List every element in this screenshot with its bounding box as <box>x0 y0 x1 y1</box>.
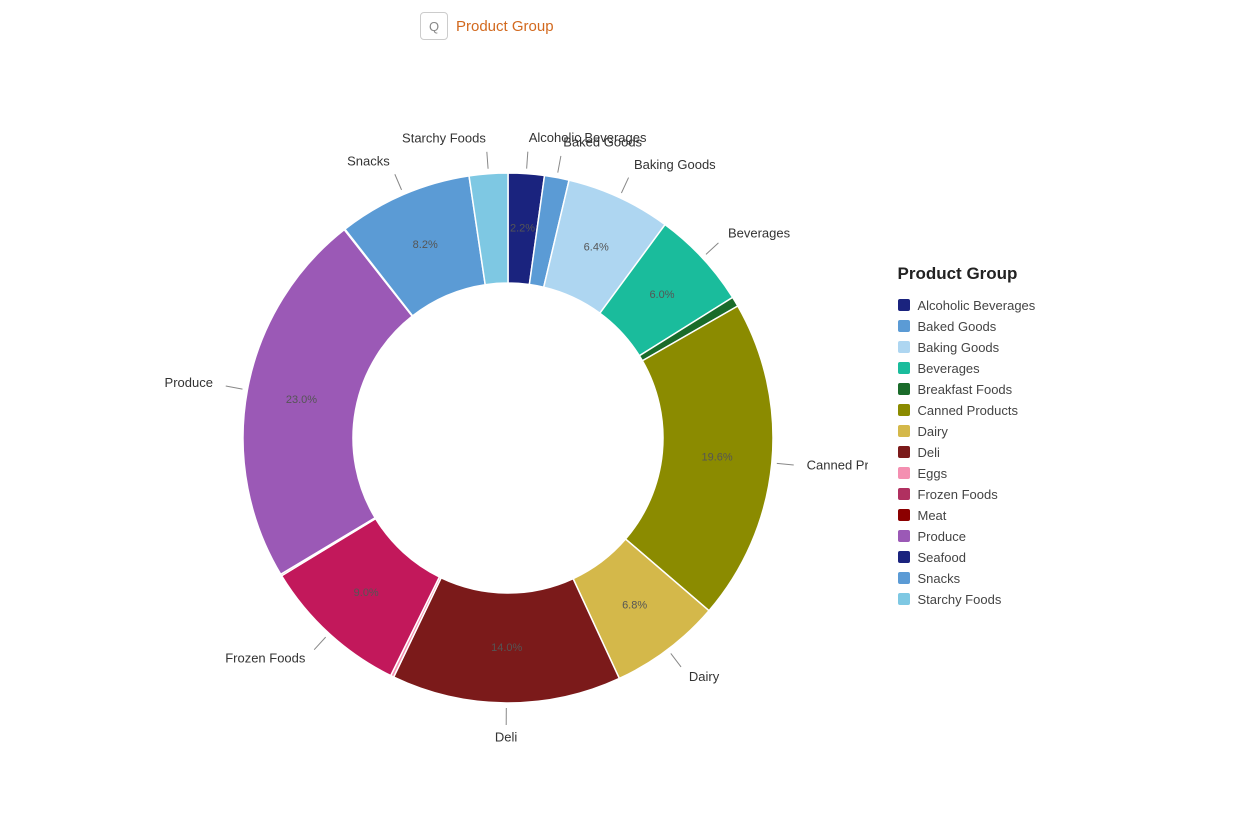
legend-item: Eggs <box>898 466 1108 481</box>
segment-name-label: Beverages <box>727 225 790 240</box>
legend-color-swatch <box>898 572 910 584</box>
legend-item-label: Dairy <box>918 424 948 439</box>
segment-percent-label: 6.8% <box>622 599 647 611</box>
legend-color-swatch <box>898 551 910 563</box>
segment-name-label: Dairy <box>688 669 719 684</box>
segment-label-line <box>526 152 527 169</box>
donut-chart: .seg-label { font-size: 13px; fill: #333… <box>148 78 868 798</box>
segment-name-label: Produce <box>164 375 212 390</box>
legend-color-swatch <box>898 446 910 458</box>
legend-item-label: Meat <box>918 508 947 523</box>
legend-item: Meat <box>898 508 1108 523</box>
legend-item: Baked Goods <box>898 319 1108 334</box>
legend-item: Breakfast Foods <box>898 382 1108 397</box>
segment-percent-label: 2.2% <box>509 222 534 234</box>
legend-item: Starchy Foods <box>898 592 1108 607</box>
segment-label-line <box>394 174 401 190</box>
segment-percent-label: 19.6% <box>701 452 732 464</box>
legend-item-label: Breakfast Foods <box>918 382 1013 397</box>
legend-color-swatch <box>898 467 910 479</box>
legend-color-swatch <box>898 320 910 332</box>
segment-percent-label: 8.2% <box>412 239 437 251</box>
legend-item-label: Frozen Foods <box>918 487 998 502</box>
legend-item: Alcoholic Beverages <box>898 298 1108 313</box>
segment-percent-label: 6.0% <box>649 289 674 301</box>
segment-label-line <box>705 243 717 255</box>
legend-item-label: Beverages <box>918 361 980 376</box>
legend-item: Beverages <box>898 361 1108 376</box>
segment-name-label: Baked Goods <box>563 135 642 150</box>
legend-item-label: Alcoholic Beverages <box>918 298 1036 313</box>
segment-percent-label: 23.0% <box>285 394 316 406</box>
legend-item: Seafood <box>898 550 1108 565</box>
segment-label-line <box>776 463 793 465</box>
legend-title: Product Group <box>898 264 1108 284</box>
search-icon: Q <box>420 12 448 40</box>
segment-label-line <box>225 386 242 389</box>
segment-name-label: Deli <box>494 729 517 744</box>
segment-label-line <box>670 653 680 667</box>
legend-item: Canned Products <box>898 403 1108 418</box>
legend-item: Snacks <box>898 571 1108 586</box>
legend-item: Deli <box>898 445 1108 460</box>
legend-item-label: Produce <box>918 529 966 544</box>
legend-color-swatch <box>898 593 910 605</box>
legend-color-swatch <box>898 383 910 395</box>
chart-legend: Product Group Alcoholic Beverages Baked … <box>868 264 1108 613</box>
legend-item-label: Baking Goods <box>918 340 1000 355</box>
legend-item: Baking Goods <box>898 340 1108 355</box>
main-content: .seg-label { font-size: 13px; fill: #333… <box>0 40 1255 836</box>
legend-item: Produce <box>898 529 1108 544</box>
chart-title: Product Group <box>456 18 554 35</box>
legend-item: Dairy <box>898 424 1108 439</box>
legend-color-swatch <box>898 530 910 542</box>
legend-color-swatch <box>898 404 910 416</box>
legend-item-label: Seafood <box>918 550 966 565</box>
legend-item-label: Canned Products <box>918 403 1018 418</box>
legend-item-label: Eggs <box>918 466 948 481</box>
legend-color-swatch <box>898 341 910 353</box>
legend-color-swatch <box>898 509 910 521</box>
legend-color-swatch <box>898 488 910 500</box>
segment-percent-label: 6.4% <box>583 241 608 253</box>
legend-item: Frozen Foods <box>898 487 1108 502</box>
legend-item-label: Snacks <box>918 571 961 586</box>
legend-item-label: Starchy Foods <box>918 592 1002 607</box>
legend-item-label: Baked Goods <box>918 319 997 334</box>
segment-percent-label: 14.0% <box>491 642 522 654</box>
chart-header: Q Product Group <box>0 0 1255 40</box>
segment-label-line <box>621 178 628 193</box>
segment-name-label: Starchy Foods <box>402 130 486 145</box>
legend-color-swatch <box>898 299 910 311</box>
segment-label-line <box>314 637 325 650</box>
segment-name-label: Canned Products <box>806 458 867 473</box>
legend-item-label: Deli <box>918 445 940 460</box>
segment-name-label: Snacks <box>347 154 390 169</box>
legend-color-swatch <box>898 362 910 374</box>
segment-label-line <box>557 156 560 173</box>
segment-name-label: Frozen Foods <box>225 651 306 666</box>
segment-name-label: Baking Goods <box>634 157 716 172</box>
segment-label-line <box>486 152 487 169</box>
chart-svg: .seg-label { font-size: 13px; fill: #333… <box>148 78 868 798</box>
legend-color-swatch <box>898 425 910 437</box>
segment-percent-label: 9.0% <box>353 587 378 599</box>
